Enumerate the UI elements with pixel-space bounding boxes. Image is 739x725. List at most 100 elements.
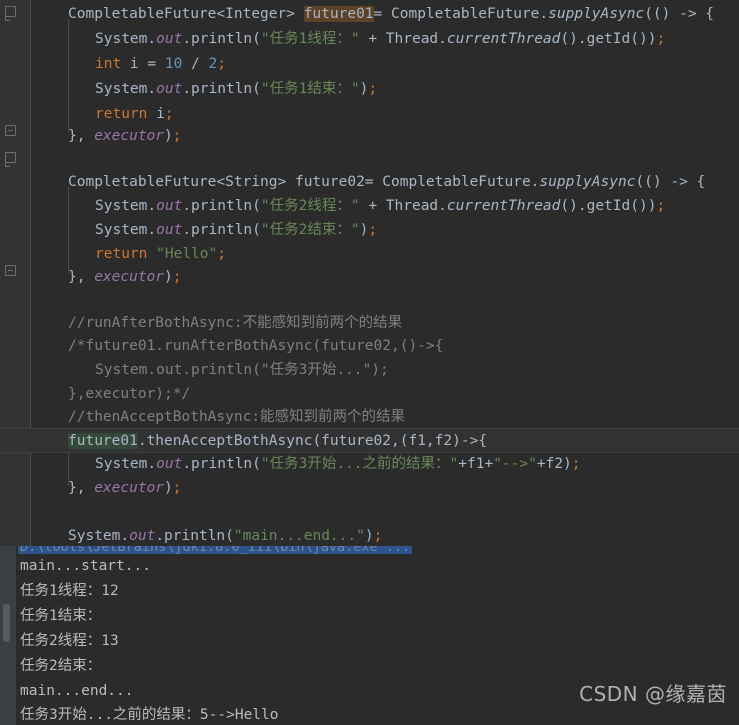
- code-token: ;: [172, 480, 182, 496]
- code-token: currentThread: [446, 31, 561, 47]
- code-token: ;: [164, 106, 174, 122]
- code-line: }, executor);: [31, 476, 182, 501]
- code-token: //runAfterBothAsync:不能感知到前两个的结果: [68, 315, 403, 331]
- code-token: "任务2线程：": [260, 198, 360, 214]
- code-token: .println(: [182, 81, 261, 97]
- code-line: //runAfterBothAsync:不能感知到前两个的结果: [31, 311, 402, 336]
- code-token: future01: [303, 6, 374, 22]
- code-text-area[interactable]: CompletableFuture<Integer> future01= Com…: [0, 0, 739, 546]
- code-token: System.out.println("任务3开始...");: [95, 362, 389, 378]
- code-token: out: [156, 456, 183, 472]
- code-token: "-->": [493, 456, 537, 472]
- code-fold-marker-icon[interactable]: [5, 152, 16, 167]
- code-line: System.out.println("任务1线程：" + Thread.cur…: [31, 27, 665, 52]
- code-token: ): [364, 528, 374, 544]
- code-line: }, executor);: [31, 124, 182, 149]
- code-token: out: [156, 81, 183, 97]
- code-line: System.out.println("任务1结束：");: [31, 77, 377, 102]
- code-token: return: [95, 106, 148, 122]
- run-console-pane[interactable]: D:\tools\JetBrains\jdk1.8.0_111\bin\java…: [0, 546, 739, 725]
- console-output-line: 任务2线程：13: [20, 633, 119, 649]
- code-token: 10: [164, 56, 183, 72]
- code-token: ;: [368, 81, 378, 97]
- csdn-watermark: CSDN @缘嘉茵: [579, 682, 727, 706]
- code-token: out: [129, 528, 156, 544]
- code-token: (() -> {: [644, 6, 715, 22]
- code-token: ;: [217, 56, 226, 72]
- console-left-toolbar[interactable]: [0, 546, 16, 725]
- code-token: "任务3开始...之前的结果：": [260, 456, 459, 472]
- code-token: 2: [208, 56, 218, 72]
- code-token: },: [68, 480, 95, 496]
- code-token: .thenAcceptBothAsync(future02,(f1,f2)->{: [137, 433, 488, 449]
- code-token: = CompletableFuture.: [373, 6, 549, 22]
- code-token: CompletableFuture<String> future02= Comp…: [68, 174, 540, 190]
- code-token: ;: [656, 198, 666, 214]
- code-fold-marker-icon[interactable]: [5, 125, 16, 136]
- code-line: CompletableFuture<Integer> future01= Com…: [31, 2, 714, 27]
- code-token: "main...end...": [233, 528, 365, 544]
- console-scrollbar-thumb[interactable]: [3, 604, 10, 642]
- code-token: .println(: [182, 222, 261, 238]
- code-token: System.: [95, 456, 157, 472]
- code-token: /: [182, 56, 209, 72]
- code-token: //thenAcceptBothAsync:能感知到前两个的结果: [68, 409, 406, 425]
- code-token: },: [68, 128, 95, 144]
- code-token: supplyAsync: [539, 174, 636, 190]
- code-token: System.: [68, 528, 130, 544]
- code-token: ().getId()): [560, 198, 657, 214]
- code-token: .println(: [155, 528, 234, 544]
- code-editor-pane[interactable]: CompletableFuture<Integer> future01= Com…: [0, 0, 739, 546]
- console-output-line: 任务2结束：: [20, 658, 102, 674]
- code-line: System.out.println("任务2结束：");: [31, 218, 377, 243]
- code-line: return "Hello";: [31, 242, 226, 267]
- code-token: ;: [373, 528, 383, 544]
- code-line: },executor);*/: [31, 382, 190, 407]
- code-token: + Thread.: [359, 198, 447, 214]
- code-token: + Thread.: [359, 31, 447, 47]
- console-output-line: 任务1线程：12: [20, 583, 119, 599]
- code-token: return: [95, 246, 148, 262]
- code-token: executor: [94, 269, 165, 285]
- code-line: //thenAcceptBothAsync:能感知到前两个的结果: [31, 405, 405, 430]
- code-token: out: [156, 222, 183, 238]
- code-token: ().getId()): [560, 31, 657, 47]
- code-line: future01.thenAcceptBothAsync(future02,(f…: [0, 428, 739, 453]
- code-token: out: [156, 198, 183, 214]
- code-token: i: [147, 106, 165, 122]
- ide-window: CompletableFuture<Integer> future01= Com…: [0, 0, 739, 725]
- code-line: /*future01.runAfterBothAsync(future02,()…: [31, 334, 443, 359]
- code-line: CompletableFuture<String> future02= Comp…: [31, 170, 705, 195]
- code-line: }, executor);: [31, 265, 182, 290]
- code-token: ;: [571, 456, 581, 472]
- code-line: System.out.println("任务2线程：" + Thread.cur…: [31, 194, 665, 219]
- code-token: /*future01.runAfterBothAsync(future02,()…: [68, 338, 444, 354]
- code-token: System.: [95, 198, 157, 214]
- code-token: ;: [656, 31, 666, 47]
- code-token: "任务1线程：": [260, 31, 360, 47]
- code-token: int: [95, 56, 122, 72]
- code-token: +f1+: [458, 456, 494, 472]
- code-token: "Hello": [156, 246, 218, 262]
- code-token: future01: [68, 433, 138, 449]
- code-token: ;: [217, 246, 226, 262]
- code-token: executor: [94, 128, 165, 144]
- console-output-line: 任务1结束：: [20, 608, 102, 624]
- code-fold-marker-icon[interactable]: [5, 265, 16, 276]
- code-token: ): [164, 269, 173, 285]
- code-token: System.: [95, 31, 157, 47]
- console-command-line: D:\tools\JetBrains\jdk1.8.0_111\bin\java…: [18, 546, 413, 554]
- code-token: i =: [121, 56, 165, 72]
- code-token: .println(: [182, 31, 261, 47]
- code-token: +f2): [536, 456, 572, 472]
- code-token: executor: [94, 480, 165, 496]
- code-fold-marker-icon[interactable]: [5, 6, 16, 21]
- console-output-line: 任务3开始...之前的结果：5-->Hello: [20, 707, 279, 723]
- code-token: ;: [368, 222, 378, 238]
- code-line: System.out.println("任务3开始...之前的结果："+f1+"…: [31, 452, 581, 477]
- code-token: .println(: [182, 198, 261, 214]
- code-token: },: [68, 269, 95, 285]
- code-token: out: [156, 31, 183, 47]
- code-token: .println(: [182, 456, 261, 472]
